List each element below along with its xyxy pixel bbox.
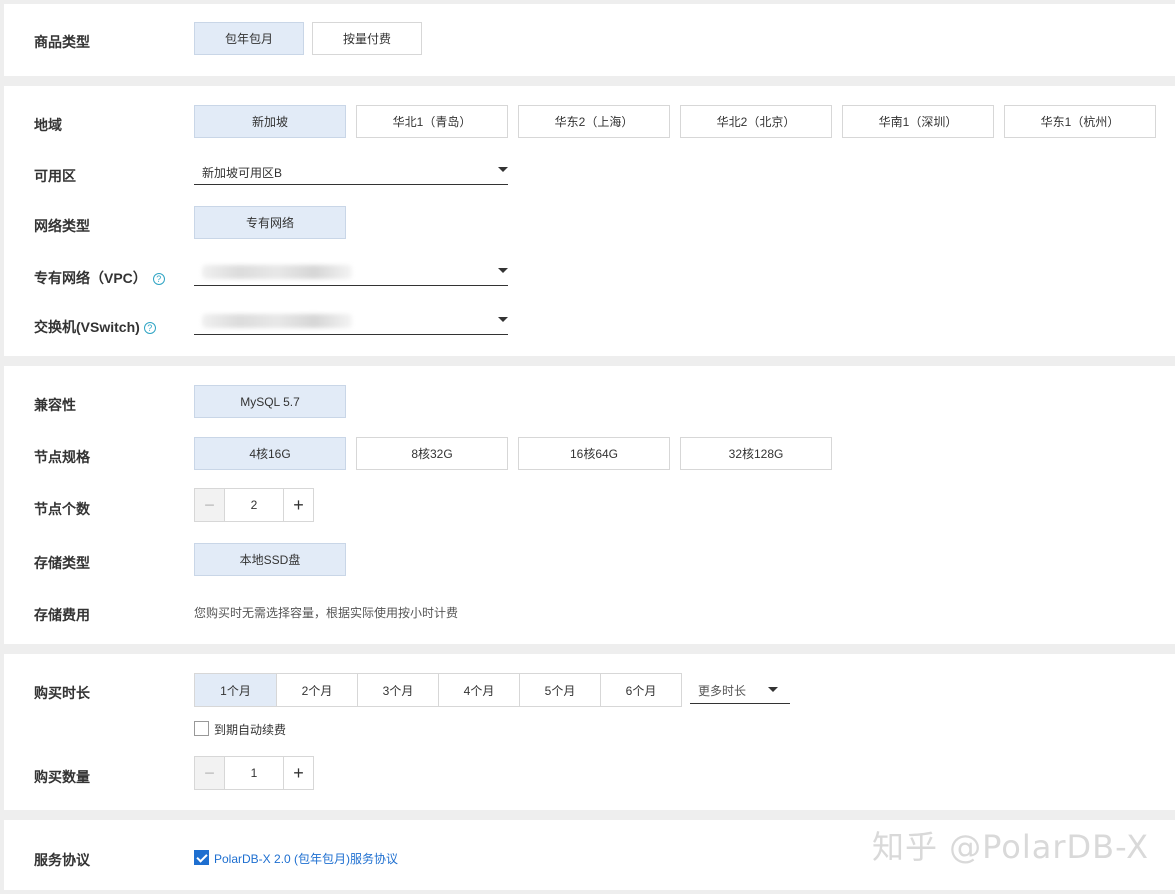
duration-label: 购买时长 [34,685,90,701]
option-pay-as-you-go[interactable]: 按量付费 [312,22,422,55]
redacted-value [202,314,352,328]
node-spec-label: 节点规格 [34,449,90,465]
spec-option-16c64g[interactable]: 16核64G [518,437,670,470]
region-option-singapore[interactable]: 新加坡 [194,105,346,138]
option-subscription[interactable]: 包年包月 [194,22,304,55]
region-option-hangzhou[interactable]: 华东1（杭州） [1004,105,1156,138]
more-duration-text: 更多时长 [698,684,747,698]
duration-option-1m[interactable]: 1个月 [195,674,276,706]
product-type-section: 商品类型 包年包月 按量付费 [4,4,1175,76]
region-network-section: 地域 新加坡 华北1（青岛） 华东2（上海） 华北2（北京） 华南1（深圳） 华… [4,86,1175,356]
compat-option-mysql57[interactable]: MySQL 5.7 [194,385,346,418]
network-type-label: 网络类型 [34,218,90,234]
vpc-label-text: 专有网络（VPC） [34,270,147,286]
increment-button[interactable]: + [284,757,313,789]
quantity-label: 购买数量 [34,769,90,785]
product-type-label: 商品类型 [34,34,90,50]
compatibility-label: 兼容性 [34,397,76,413]
duration-option-4m[interactable]: 4个月 [438,674,519,706]
node-count-input[interactable]: 2 [224,489,284,521]
caret-down-icon [498,268,508,273]
node-count-label: 节点个数 [34,501,90,517]
region-option-shanghai[interactable]: 华东2（上海） [518,105,670,138]
question-circle-icon[interactable]: ? [152,273,165,285]
agreement-checkbox[interactable] [194,850,209,865]
agreement-label: 服务协议 [34,852,90,868]
region-option-beijing[interactable]: 华北2（北京） [680,105,832,138]
more-duration-select[interactable]: 更多时长 [690,674,790,704]
region-label: 地域 [34,117,62,133]
redacted-value [202,265,352,279]
spec-option-32c128g[interactable]: 32核128G [680,437,832,470]
vswitch-select[interactable] [194,306,508,335]
instance-spec-section: 兼容性 MySQL 5.7 节点规格 4核16G 8核32G 16核64G 32… [4,366,1175,644]
auto-renew-label: 到期自动续费 [214,723,287,737]
storage-fee-label: 存储费用 [34,607,90,623]
watermark-text: 知乎 @PolarDB-X [871,828,1149,866]
duration-selector: 1个月 2个月 3个月 4个月 5个月 6个月 [194,673,682,707]
quantity-input[interactable]: 1 [224,757,284,789]
decrement-button[interactable]: − [195,489,224,521]
spec-option-4c16g[interactable]: 4核16G [194,437,346,470]
decrement-button[interactable]: − [195,757,224,789]
vswitch-label-text: 交换机(VSwitch) [34,319,140,335]
duration-option-6m[interactable]: 6个月 [600,674,681,706]
vpc-label: 专有网络（VPC）? [34,268,165,288]
question-circle-icon[interactable]: ? [143,322,156,334]
duration-option-2m[interactable]: 2个月 [276,674,357,706]
region-option-qingdao[interactable]: 华北1（青岛） [356,105,508,138]
vswitch-label: 交换机(VSwitch)? [34,317,156,337]
auto-renew-checkbox[interactable] [194,721,209,736]
quantity-stepper: − 1 + [194,756,314,790]
agreement-link[interactable]: PolarDB-X 2.0 (包年包月)服务协议 [214,850,398,867]
purchase-section: 购买时长 1个月 2个月 3个月 4个月 5个月 6个月 更多时长 到期自动续费… [4,654,1175,810]
storage-type-label: 存储类型 [34,555,90,571]
storage-fee-note: 您购买时无需选择容量，根据实际使用按小时计费 [194,606,459,620]
caret-down-icon [498,317,508,322]
caret-down-icon [498,167,508,172]
storage-option-local-ssd[interactable]: 本地SSD盘 [194,543,346,576]
node-count-stepper: − 2 + [194,488,314,522]
duration-option-3m[interactable]: 3个月 [357,674,438,706]
region-option-shenzhen[interactable]: 华南1（深圳） [842,105,994,138]
zone-label: 可用区 [34,168,76,184]
vpc-select[interactable] [194,257,508,286]
spec-option-8c32g[interactable]: 8核32G [356,437,508,470]
zone-select[interactable]: 新加坡可用区B [194,156,508,185]
duration-option-5m[interactable]: 5个月 [519,674,600,706]
caret-down-icon [768,687,778,692]
zone-select-value: 新加坡可用区B [202,166,283,180]
increment-button[interactable]: + [284,489,313,521]
network-option-vpc[interactable]: 专有网络 [194,206,346,239]
